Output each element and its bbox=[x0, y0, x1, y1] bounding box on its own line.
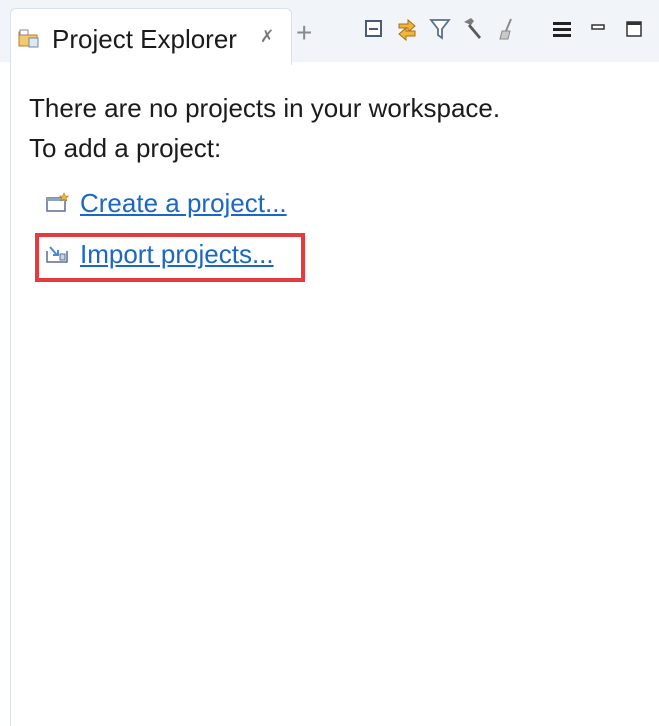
new-project-icon bbox=[44, 191, 72, 215]
tab-title: Project Explorer bbox=[52, 24, 237, 54]
clean-broom-icon[interactable] bbox=[491, 14, 521, 44]
maximize-icon[interactable] bbox=[619, 14, 649, 44]
tab-bar: Project Explorer ✗ + bbox=[0, 0, 659, 65]
project-explorer-view: Project Explorer ✗ + There are no projec… bbox=[0, 0, 659, 726]
add-project-prompt: To add a project: bbox=[29, 133, 222, 163]
filter-icon[interactable] bbox=[425, 14, 455, 44]
collapse-all-icon[interactable] bbox=[359, 14, 389, 44]
build-hammer-icon[interactable] bbox=[458, 14, 488, 44]
empty-workspace-message: There are no projects in your workspace.… bbox=[29, 88, 500, 168]
minimize-icon[interactable] bbox=[583, 14, 613, 44]
close-icon[interactable]: ✗ bbox=[260, 27, 274, 47]
view-menu-icon[interactable] bbox=[547, 14, 577, 44]
tab-project-explorer[interactable]: Project Explorer ✗ bbox=[10, 8, 292, 65]
highlight-box bbox=[35, 233, 305, 282]
link-with-editor-icon[interactable] bbox=[392, 14, 422, 44]
create-project-row[interactable]: Create a project... bbox=[44, 185, 287, 221]
view-border bbox=[10, 63, 11, 726]
create-project-link[interactable]: Create a project... bbox=[80, 188, 287, 219]
empty-message-line: There are no projects in your workspace. bbox=[29, 93, 501, 123]
project-folder-icon bbox=[17, 29, 41, 49]
new-tab-plus-icon[interactable]: + bbox=[296, 19, 312, 47]
